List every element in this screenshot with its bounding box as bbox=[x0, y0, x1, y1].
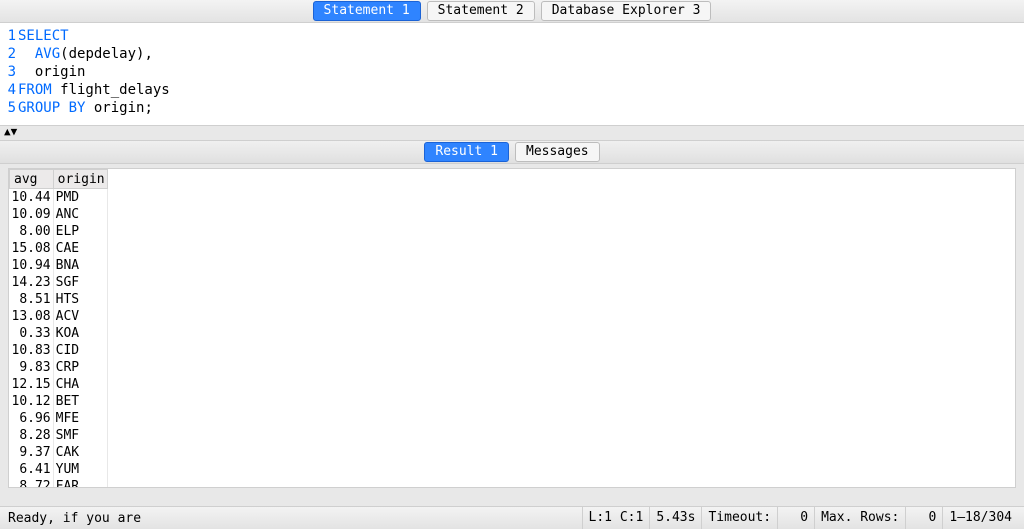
editor-line[interactable]: 2 AVG(depdelay), bbox=[0, 45, 1024, 63]
result-tab[interactable]: Messages bbox=[515, 142, 600, 162]
top-tab[interactable]: Database Explorer 3 bbox=[541, 1, 712, 21]
table-row[interactable]: 8.72FAR bbox=[10, 478, 108, 488]
table-row[interactable]: 14.23SGF bbox=[10, 274, 108, 291]
table-row[interactable]: 10.94BNA bbox=[10, 257, 108, 274]
status-cursor: L:1 C:1 bbox=[582, 507, 650, 529]
cell-origin: CAE bbox=[53, 240, 107, 257]
status-timeout-label: Timeout: bbox=[701, 507, 777, 529]
table-row[interactable]: 6.96MFE bbox=[10, 410, 108, 427]
cell-avg: 10.94 bbox=[10, 257, 54, 274]
result-grid-container[interactable]: avgorigin 10.44PMD10.09ANC8.00ELP15.08CA… bbox=[8, 168, 1016, 488]
table-row[interactable]: 0.33KOA bbox=[10, 325, 108, 342]
line-number: 2 bbox=[0, 45, 18, 63]
editor-line[interactable]: 3 origin bbox=[0, 63, 1024, 81]
cell-avg: 8.72 bbox=[10, 478, 54, 488]
pane-splitter[interactable]: ▲▼ bbox=[0, 126, 1024, 140]
cell-origin: SMF bbox=[53, 427, 107, 444]
cell-origin: CAK bbox=[53, 444, 107, 461]
cell-avg: 14.23 bbox=[10, 274, 54, 291]
result-tabbar: Result 1 Messages bbox=[0, 140, 1024, 164]
cell-avg: 10.83 bbox=[10, 342, 54, 359]
status-elapsed: 5.43s bbox=[649, 507, 701, 529]
cell-origin: YUM bbox=[53, 461, 107, 478]
code-text[interactable]: GROUP BY origin; bbox=[18, 99, 153, 117]
table-row[interactable]: 8.51HTS bbox=[10, 291, 108, 308]
cell-origin: FAR bbox=[53, 478, 107, 488]
code-text[interactable]: AVG(depdelay), bbox=[18, 45, 153, 63]
editor-line[interactable]: 4FROM flight_delays bbox=[0, 81, 1024, 99]
cell-origin: BET bbox=[53, 393, 107, 410]
table-row[interactable]: 13.08ACV bbox=[10, 308, 108, 325]
cell-avg: 12.15 bbox=[10, 376, 54, 393]
table-row[interactable]: 10.09ANC bbox=[10, 206, 108, 223]
status-bar: Ready, if you are L:1 C:1 5.43s Timeout:… bbox=[0, 506, 1024, 529]
table-row[interactable]: 10.44PMD bbox=[10, 189, 108, 207]
cell-avg: 9.37 bbox=[10, 444, 54, 461]
table-row[interactable]: 6.41YUM bbox=[10, 461, 108, 478]
cell-origin: CID bbox=[53, 342, 107, 359]
result-tab[interactable]: Result 1 bbox=[424, 142, 509, 162]
cell-avg: 8.00 bbox=[10, 223, 54, 240]
editor-line[interactable]: 1SELECT bbox=[0, 27, 1024, 45]
cell-avg: 6.96 bbox=[10, 410, 54, 427]
result-grid: avgorigin 10.44PMD10.09ANC8.00ELP15.08CA… bbox=[9, 169, 108, 488]
table-row[interactable]: 9.37CAK bbox=[10, 444, 108, 461]
top-tabbar: Statement 1 Statement 2 Database Explorer … bbox=[0, 0, 1024, 23]
top-tab[interactable]: Statement 2 bbox=[427, 1, 535, 21]
code-text[interactable]: FROM flight_delays bbox=[18, 81, 170, 99]
status-maxrows-label: Max. Rows: bbox=[814, 507, 905, 529]
cell-origin: MFE bbox=[53, 410, 107, 427]
line-number: 4 bbox=[0, 81, 18, 99]
table-row[interactable]: 12.15CHA bbox=[10, 376, 108, 393]
status-maxrows-value[interactable]: 0 bbox=[905, 507, 942, 529]
cell-origin: BNA bbox=[53, 257, 107, 274]
status-timeout-value[interactable]: 0 bbox=[777, 507, 814, 529]
sql-editor[interactable]: 1SELECT2 AVG(depdelay),3 origin4FROM fli… bbox=[0, 23, 1024, 126]
line-number: 1 bbox=[0, 27, 18, 45]
status-row-range: 1–18/304 bbox=[942, 507, 1018, 529]
cell-origin: HTS bbox=[53, 291, 107, 308]
cell-avg: 0.33 bbox=[10, 325, 54, 342]
status-message: Ready, if you are bbox=[6, 511, 141, 526]
cell-avg: 9.83 bbox=[10, 359, 54, 376]
cell-avg: 6.41 bbox=[10, 461, 54, 478]
code-text[interactable]: SELECT bbox=[18, 27, 69, 45]
cell-avg: 8.28 bbox=[10, 427, 54, 444]
cell-origin: CHA bbox=[53, 376, 107, 393]
top-tab[interactable]: Statement 1 bbox=[313, 1, 421, 21]
line-number: 3 bbox=[0, 63, 18, 81]
cell-origin: SGF bbox=[53, 274, 107, 291]
cell-origin: ANC bbox=[53, 206, 107, 223]
code-text[interactable]: origin bbox=[18, 63, 85, 81]
cell-avg: 15.08 bbox=[10, 240, 54, 257]
line-number: 5 bbox=[0, 99, 18, 117]
table-row[interactable]: 10.83CID bbox=[10, 342, 108, 359]
cell-avg: 8.51 bbox=[10, 291, 54, 308]
table-row[interactable]: 15.08CAE bbox=[10, 240, 108, 257]
table-row[interactable]: 9.83CRP bbox=[10, 359, 108, 376]
cell-avg: 13.08 bbox=[10, 308, 54, 325]
table-row[interactable]: 8.28SMF bbox=[10, 427, 108, 444]
cell-origin: ACV bbox=[53, 308, 107, 325]
cell-origin: CRP bbox=[53, 359, 107, 376]
editor-line[interactable]: 5GROUP BY origin; bbox=[0, 99, 1024, 117]
table-row[interactable]: 10.12BET bbox=[10, 393, 108, 410]
column-header[interactable]: avg bbox=[10, 170, 54, 189]
cell-avg: 10.09 bbox=[10, 206, 54, 223]
column-header[interactable]: origin bbox=[53, 170, 107, 189]
cell-avg: 10.12 bbox=[10, 393, 54, 410]
cell-origin: ELP bbox=[53, 223, 107, 240]
cell-avg: 10.44 bbox=[10, 189, 54, 207]
cell-origin: KOA bbox=[53, 325, 107, 342]
cell-origin: PMD bbox=[53, 189, 107, 207]
table-row[interactable]: 8.00ELP bbox=[10, 223, 108, 240]
